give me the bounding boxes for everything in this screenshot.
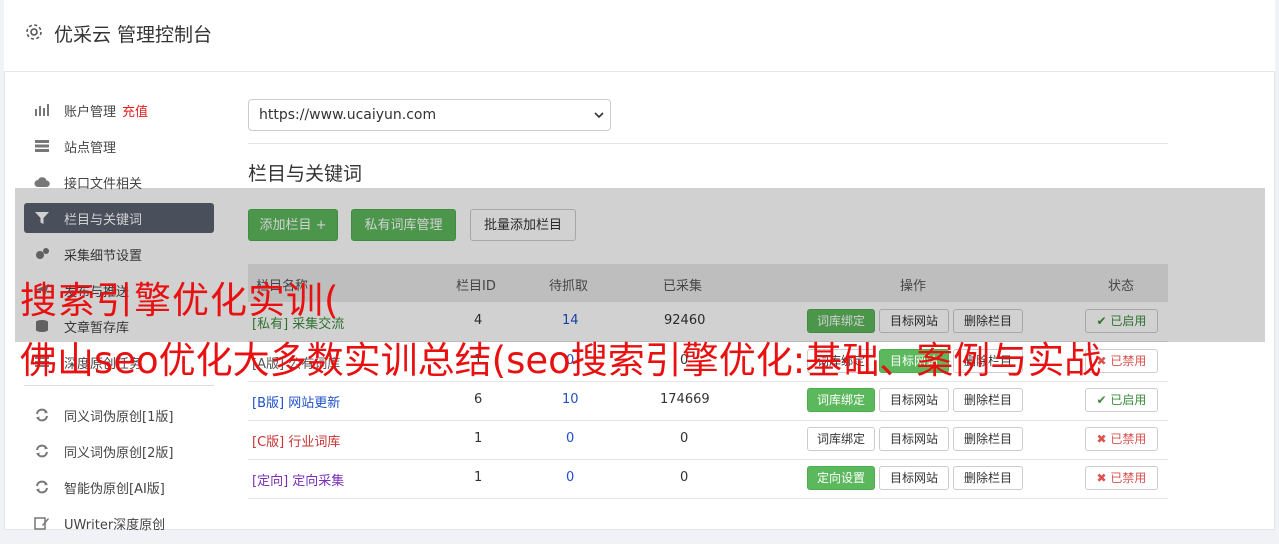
sidebar-item-label: 智能伪原创[AI版] xyxy=(64,482,165,497)
table-row: [B版] 网站更新 6 10 174669 词库绑定 目标网站 删除栏目 ✔ 已… xyxy=(248,381,1168,421)
recharge-link[interactable]: 充值 xyxy=(122,105,148,120)
site-select-value: https://www.ucaiyun.com xyxy=(259,107,437,123)
bar-chart-icon xyxy=(35,104,49,116)
sidebar-item-account[interactable]: 账户管理 充值 xyxy=(24,95,214,125)
site-select[interactable]: https://www.ucaiyun.com xyxy=(248,99,611,131)
refresh-icon xyxy=(36,480,48,494)
status-toggle[interactable]: ✖ 已禁用 xyxy=(1085,427,1158,451)
target-site-button[interactable]: 目标网站 xyxy=(879,466,949,490)
target-site-button[interactable]: 目标网站 xyxy=(879,427,949,451)
sidebar-divider xyxy=(24,385,214,386)
sidebar-item-label: 同义词伪原创[1版] xyxy=(64,410,174,425)
delete-column-button[interactable]: 删除栏目 xyxy=(953,427,1023,451)
table-row: [C版] 行业词库 1 0 0 词库绑定 目标网站 删除栏目 ✖ 已禁用 xyxy=(248,420,1168,460)
gear-icon xyxy=(26,24,42,40)
collected-count: 0 xyxy=(680,431,689,446)
status-toggle[interactable]: ✔ 已启用 xyxy=(1085,388,1158,412)
sidebar-item-label: 站点管理 xyxy=(64,141,117,156)
delete-column-button[interactable]: 删除栏目 xyxy=(953,388,1023,412)
collected-count: 174669 xyxy=(660,392,710,407)
section-title: 栏目与关键词 xyxy=(248,163,363,185)
pending-count[interactable]: 0 xyxy=(566,470,574,485)
column-id: 1 xyxy=(474,470,483,485)
column-name-link[interactable]: [B版] 网站更新 xyxy=(252,392,340,411)
refresh-icon xyxy=(36,408,48,422)
table-row: [定向] 定向采集 1 0 0 定向设置 目标网站 删除栏目 ✖ 已禁用 xyxy=(248,459,1168,499)
column-id: 6 xyxy=(474,392,483,407)
sidebar-item-label: 同义词伪原创[2版] xyxy=(64,446,174,461)
app-header: 优采云 管理控制台 xyxy=(4,0,1275,72)
target-site-button[interactable]: 目标网站 xyxy=(879,388,949,412)
sidebar-item-label: 账户管理 xyxy=(64,105,117,120)
sidebar-item-synonym-v1[interactable]: 同义词伪原创[1版] xyxy=(24,400,214,430)
chevron-down-icon xyxy=(594,112,604,119)
delete-column-button[interactable]: 删除栏目 xyxy=(953,466,1023,490)
app-title: 优采云 管理控制台 xyxy=(54,24,213,46)
bind-lexicon-button[interactable]: 词库绑定 xyxy=(807,388,875,412)
status-toggle[interactable]: ✖ 已禁用 xyxy=(1085,466,1158,490)
sidebar-item-label: UWriter深度原创 xyxy=(64,518,166,533)
sidebar-item-uwriter[interactable]: UWriter深度原创 xyxy=(24,508,214,538)
refresh-icon xyxy=(36,444,48,458)
divider xyxy=(248,143,1168,144)
watermark-line-1: 搜索引擎优化实训( xyxy=(20,279,340,322)
edit-icon xyxy=(34,517,49,530)
column-name-link[interactable]: [定向] 定向采集 xyxy=(252,470,344,489)
pending-count[interactable]: 0 xyxy=(566,431,574,446)
column-name-link[interactable]: [C版] 行业词库 xyxy=(252,431,340,450)
cloud-upload-icon xyxy=(34,177,50,187)
sidebar-item-sites[interactable]: 站点管理 xyxy=(24,131,214,161)
sidebar-item-synonym-v2[interactable]: 同义词伪原创[2版] xyxy=(24,436,214,466)
pending-count[interactable]: 10 xyxy=(562,392,579,407)
directed-settings-button[interactable]: 定向设置 xyxy=(807,466,875,490)
column-id: 1 xyxy=(474,431,483,446)
collected-count: 0 xyxy=(680,470,689,485)
watermark-line-2: 佛山seo优化大多数实训总结(seo搜索引擎优化:基础、案例与实战 xyxy=(20,339,1102,382)
server-icon xyxy=(35,140,49,152)
sidebar-item-ai-rewrite[interactable]: 智能伪原创[AI版] xyxy=(24,472,214,502)
bind-lexicon-button[interactable]: 词库绑定 xyxy=(807,427,875,451)
